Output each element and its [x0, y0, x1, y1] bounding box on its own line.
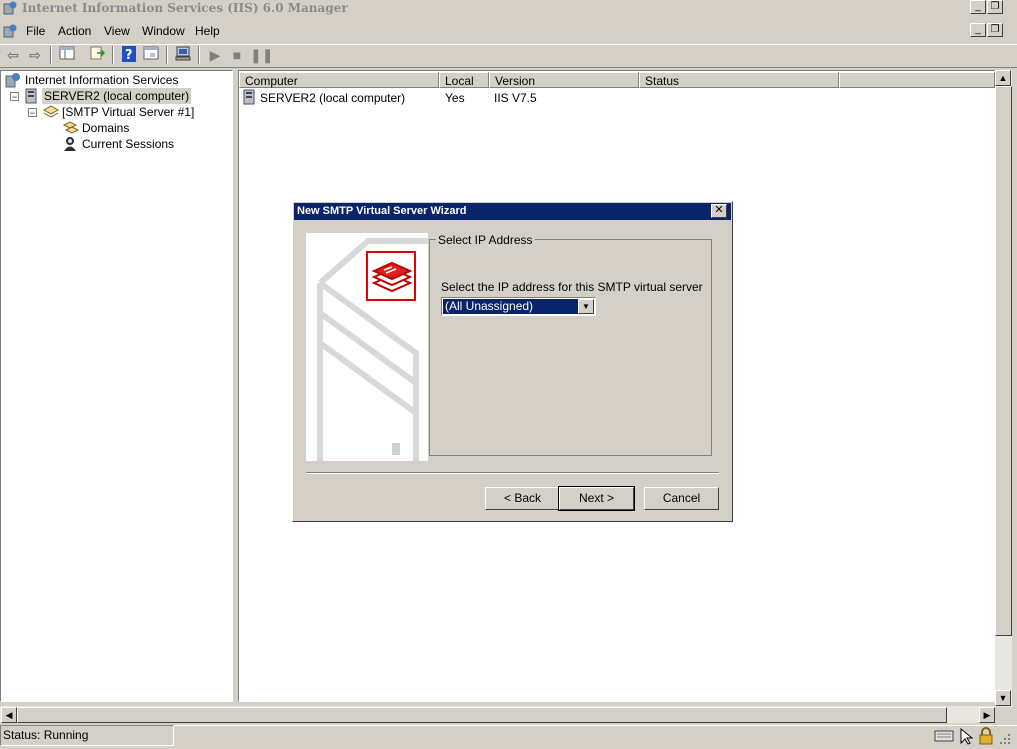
- stop-icon[interactable]: ■: [228, 46, 246, 64]
- column-header-empty: [839, 72, 995, 88]
- row-computer[interactable]: SERVER2 (local computer): [260, 91, 405, 105]
- tree-pane[interactable]: [0, 70, 233, 702]
- scroll-right-button[interactable]: ▶: [979, 707, 995, 723]
- scroll-up-button[interactable]: ▲: [995, 70, 1011, 86]
- chevron-down-icon[interactable]: ▼: [578, 299, 594, 314]
- ip-address-selected-value[interactable]: (All Unassigned): [443, 299, 578, 314]
- mdi-restore-button[interactable]: ❐: [987, 23, 1003, 37]
- groupbox-label: Select IP Address: [436, 233, 535, 247]
- domains-icon: [62, 120, 80, 136]
- menu-file[interactable]: File: [26, 24, 45, 38]
- help-icon[interactable]: ?: [120, 46, 138, 64]
- mouse-icon: [958, 727, 974, 745]
- menu-help[interactable]: Help: [195, 24, 220, 38]
- resize-grip-icon[interactable]: [998, 732, 1012, 746]
- server-icon: [242, 89, 260, 105]
- smtp-server-icon: [42, 104, 60, 120]
- current-sessions-icon: [62, 136, 80, 152]
- ip-address-select[interactable]: (All Unassigned) ▼: [441, 297, 596, 316]
- export-list-icon[interactable]: [88, 46, 106, 64]
- tree-item-root[interactable]: Internet Information Services: [25, 72, 178, 88]
- dialog-title: New SMTP Virtual Server Wizard: [297, 205, 467, 217]
- start-icon[interactable]: ▶: [206, 46, 224, 64]
- toolbar-separator: [198, 46, 200, 64]
- minimize-button[interactable]: _: [970, 0, 986, 14]
- back-button[interactable]: < Back: [485, 487, 560, 510]
- mdi-minimize-button[interactable]: _: [970, 23, 986, 37]
- collapse-icon[interactable]: −: [10, 92, 19, 102]
- column-header-computer[interactable]: Computer: [239, 72, 439, 88]
- console-icon[interactable]: [3, 24, 17, 38]
- scroll-left-button[interactable]: ◀: [1, 707, 17, 723]
- restore-button[interactable]: ❐: [987, 0, 1003, 14]
- toolbar-separator: [50, 46, 52, 64]
- select-ip-groupbox: [429, 239, 712, 456]
- horizontal-scroll-thumb[interactable]: [17, 707, 947, 723]
- pause-icon[interactable]: ❚❚: [250, 46, 273, 64]
- row-local: Yes: [445, 91, 465, 105]
- properties-icon[interactable]: [142, 46, 160, 64]
- scroll-down-button[interactable]: ▼: [995, 690, 1011, 706]
- column-header-status[interactable]: Status: [639, 72, 839, 88]
- forward-arrow-icon[interactable]: ⇨: [26, 46, 44, 64]
- keyboard-icon: [934, 728, 954, 744]
- tree-item-current-sessions[interactable]: Current Sessions: [82, 136, 174, 152]
- status-text: Status: Running: [3, 728, 89, 742]
- close-icon: ✕: [714, 204, 724, 216]
- row-version: IIS V7.5: [494, 91, 537, 105]
- tree-item-server[interactable]: SERVER2 (local computer): [42, 88, 192, 104]
- tree-item-domains[interactable]: Domains: [82, 120, 129, 136]
- ip-address-prompt: Select the IP address for this SMTP virt…: [441, 280, 703, 294]
- vertical-scroll-thumb[interactable]: [995, 86, 1012, 636]
- pane-splitter[interactable]: [234, 70, 237, 702]
- computer-icon[interactable]: [174, 46, 192, 64]
- dialog-separator: [306, 472, 719, 474]
- lock-icon: [978, 727, 994, 745]
- column-header-local[interactable]: Local: [439, 72, 489, 88]
- mail-stack-icon: [366, 251, 416, 301]
- iis-app-icon: [3, 1, 17, 15]
- back-arrow-icon[interactable]: ⇦: [4, 46, 22, 64]
- cancel-button[interactable]: Cancel: [644, 487, 719, 510]
- close-button[interactable]: ✕: [711, 204, 727, 218]
- collapse-icon[interactable]: −: [28, 108, 37, 118]
- toolbar-separator: [166, 46, 168, 64]
- menu-action[interactable]: Action: [58, 24, 91, 38]
- iis-root-icon: [5, 72, 21, 88]
- show-hide-tree-icon[interactable]: [58, 46, 76, 64]
- menu-view[interactable]: View: [104, 24, 130, 38]
- server-icon: [24, 88, 42, 104]
- menu-window[interactable]: Window: [142, 24, 185, 38]
- toolbar-separator: [112, 46, 114, 64]
- tree-item-smtp[interactable]: [SMTP Virtual Server #1]: [62, 104, 194, 120]
- next-button[interactable]: Next >: [558, 486, 635, 511]
- svg-text:?: ?: [125, 48, 133, 62]
- column-header-version[interactable]: Version: [489, 72, 639, 88]
- window-title: Internet Information Services (IIS) 6.0 …: [22, 1, 348, 15]
